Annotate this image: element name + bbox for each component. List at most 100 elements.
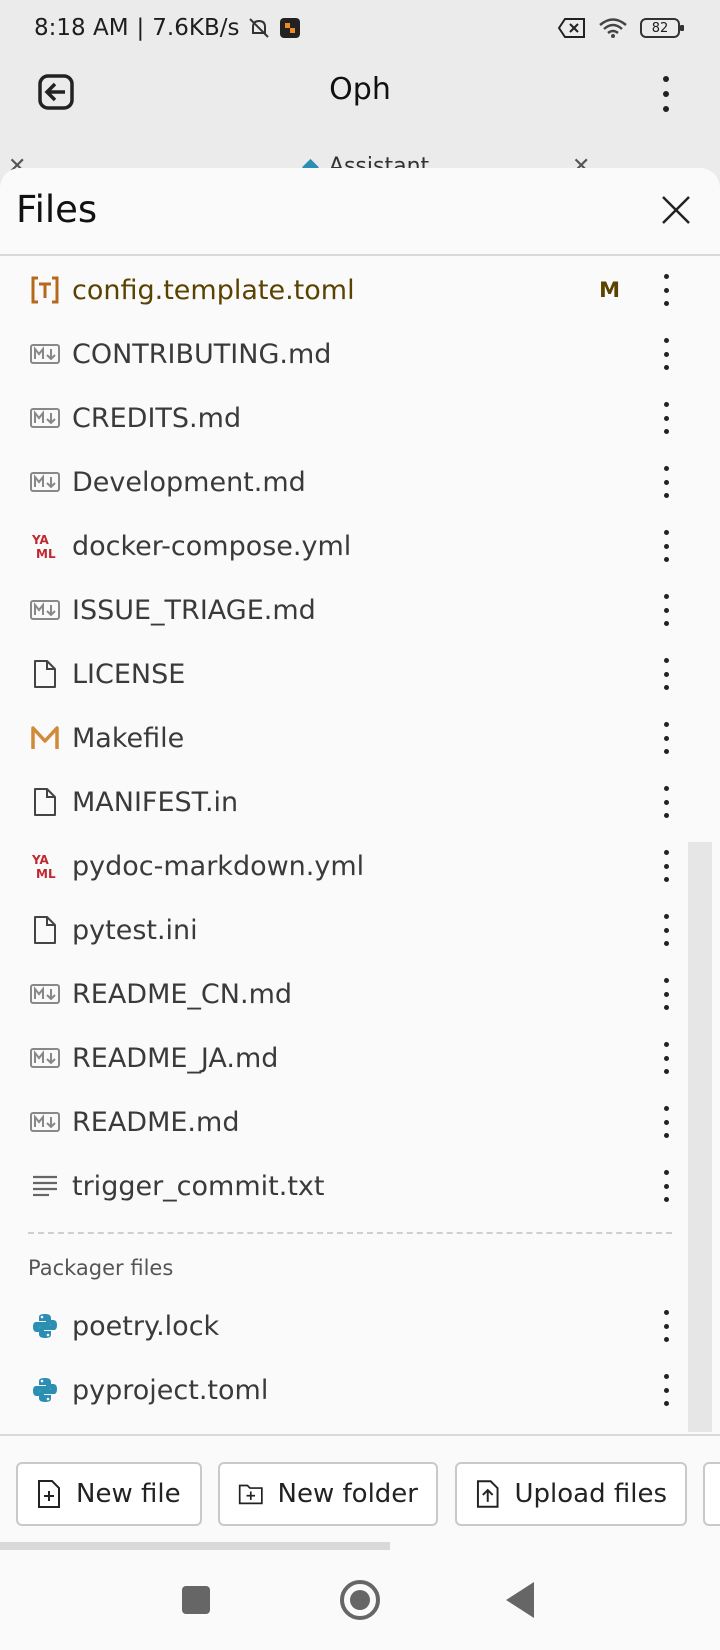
svg-text:YA: YA [31,853,50,867]
file-options-button[interactable] [654,270,678,310]
file-options-button[interactable] [654,334,678,374]
file-row[interactable]: trigger_commit.txt [0,1154,720,1218]
file-options-button[interactable] [654,462,678,502]
menu-dot [663,287,669,293]
menu-dot [663,941,669,946]
new-file-button[interactable]: New file [16,1462,202,1526]
menu-dot [663,850,669,855]
menu-dot [663,365,669,370]
file-options-button[interactable] [654,974,678,1014]
file-options-button[interactable] [654,846,678,886]
new-file-label: New file [76,1479,181,1509]
file-row[interactable]: YA ML pydoc-markdown.yml [0,834,720,898]
file-options-button[interactable] [654,1370,678,1410]
scrollbar[interactable] [688,842,712,1432]
file-options-button[interactable] [654,718,678,758]
file-row[interactable]: README_CN.md [0,962,720,1026]
file-row[interactable]: pyproject.toml [0,1358,720,1422]
menu-dot [663,621,669,626]
file-options-button[interactable] [654,910,678,950]
yaml-icon: YA ML [28,529,62,563]
file-options-button[interactable] [654,1306,678,1346]
file-options-button[interactable] [654,654,678,694]
markdown-icon [28,593,62,627]
file-row[interactable]: README.md [0,1090,720,1154]
file-options-button[interactable] [654,590,678,630]
menu-dot [663,735,669,741]
app-header: Oph [0,56,720,132]
markdown-icon [28,977,62,1011]
file-row[interactable]: README_JA.md [0,1026,720,1090]
sheet-header: Files [0,168,720,256]
new-folder-button[interactable]: New folder [218,1462,438,1526]
new-folder-label: New folder [277,1479,418,1509]
file-name: pytest.ini [72,914,198,946]
menu-dot [663,106,669,112]
menu-dot [663,978,669,983]
upload-file-icon [476,1480,499,1508]
menu-dot [663,1042,669,1047]
recents-button[interactable] [182,1586,210,1614]
file-row[interactable]: Development.md [0,450,720,514]
file-row[interactable]: config.template.toml M [0,258,720,322]
file-options-button[interactable] [654,398,678,438]
new-file-icon [38,1480,60,1508]
menu-dot [663,301,669,306]
file-row[interactable]: CONTRIBUTING.md [0,322,720,386]
modified-badge: M [599,278,620,302]
file-row[interactable]: Makefile [0,706,720,770]
close-sheet-button[interactable] [656,190,696,230]
file-name: README_CN.md [72,978,293,1010]
file-name: LICENSE [72,658,186,690]
menu-dot [663,1005,669,1010]
overflow-menu-button[interactable] [654,70,678,118]
home-icon [350,1590,370,1610]
file-row[interactable]: ISSUE_TRIAGE.md [0,578,720,642]
menu-dot [663,351,669,357]
markdown-icon [28,401,62,435]
file-row[interactable]: LICENSE [0,642,720,706]
file-options-button[interactable] [654,526,678,566]
menu-dot [663,1133,669,1138]
toolbar-scroll-indicator [0,1542,390,1550]
file-options-button[interactable] [654,782,678,822]
app-title: Oph [329,72,391,107]
menu-dot [663,813,669,818]
upload-files-button[interactable]: Upload files [455,1462,687,1526]
menu-dot [663,530,669,535]
status-time: 8:18 AM [34,15,129,41]
menu-dot [663,877,669,882]
file-row[interactable]: pytest.ini [0,898,720,962]
python-icon [28,1373,62,1407]
menu-dot [663,1119,669,1125]
menu-dot [663,493,669,498]
file-row[interactable]: YA ML docker-compose.yml [0,514,720,578]
file-name: ISSUE_TRIAGE.md [72,594,316,626]
back-button[interactable] [506,1582,534,1618]
file-row[interactable]: CREDITS.md [0,386,720,450]
more-toolbar-button[interactable] [703,1462,720,1526]
packager-section-label: Packager files [28,1256,174,1280]
file-row[interactable]: poetry.lock [0,1294,720,1358]
menu-dot [663,479,669,485]
menu-dot [663,594,669,599]
menu-dot [663,91,669,97]
file-icon [28,785,62,819]
makefile-icon [28,721,62,755]
menu-dot [663,1197,669,1202]
file-options-button[interactable] [654,1038,678,1078]
markdown-icon [28,337,62,371]
file-row[interactable]: MANIFEST.in [0,770,720,834]
menu-dot [663,543,669,549]
file-list: config.template.toml M CONTRIBUTING.md CRED… [0,258,720,1422]
text-icon [28,1169,62,1203]
file-options-button[interactable] [654,1166,678,1206]
file-options-button[interactable] [654,1102,678,1142]
menu-dot [663,671,669,677]
menu-dot [663,402,669,407]
file-icon [28,657,62,691]
menu-dot [663,658,669,663]
menu-dot [663,607,669,613]
file-name: CREDITS.md [72,402,242,434]
home-button[interactable] [340,1580,380,1620]
